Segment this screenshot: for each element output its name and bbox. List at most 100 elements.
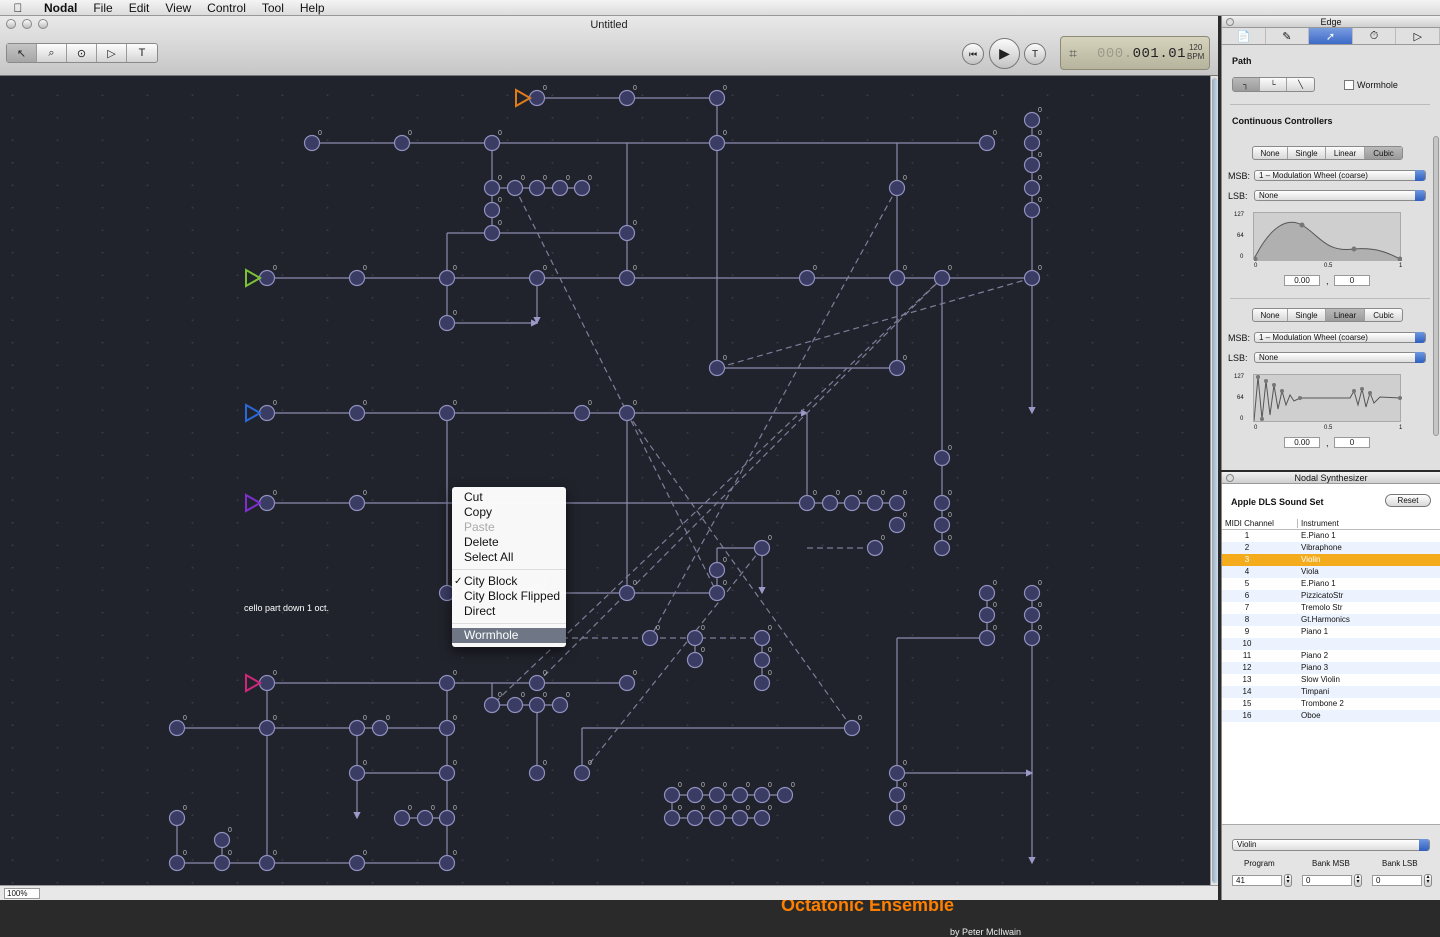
graph-node[interactable] (168, 719, 186, 737)
graph-node[interactable] (1023, 606, 1041, 624)
node-canvas[interactable]: 0 0 0 0 0 0 0 0 0 0 0 0 0 0 0 0 0 0 0 0 0 0 0 0 0 0 0 0 0 0 0 0 0 0 0 0 0 0 0 0… (0, 76, 1210, 937)
graph-node[interactable] (528, 269, 546, 287)
graph-node[interactable] (753, 809, 771, 827)
graph-node[interactable] (708, 359, 726, 377)
graph-node[interactable] (708, 89, 726, 107)
menu-item-copy[interactable]: Copy (452, 505, 566, 520)
bank-lsb-field[interactable]: 0 (1372, 875, 1422, 886)
table-row[interactable]: 11 Piano 2 (1222, 650, 1440, 662)
table-row[interactable]: 13 Slow Violin (1222, 674, 1440, 686)
dashed-edge[interactable] (715, 277, 1033, 370)
graph-node[interactable] (618, 584, 636, 602)
cc1-start-field[interactable]: 0.00 (1284, 275, 1320, 286)
graph-node[interactable] (821, 494, 839, 512)
menu-item-wormhole[interactable]: Wormhole (452, 628, 566, 643)
graph-node[interactable] (708, 561, 726, 579)
dashed-edge[interactable] (626, 412, 853, 729)
edge-panel-scrollbar[interactable] (1433, 136, 1439, 436)
cc2-curve-graph[interactable] (1253, 374, 1402, 422)
table-row[interactable]: 6 PizzicatoStr (1222, 590, 1440, 602)
table-row[interactable]: 8 Gt.Harmonics (1222, 614, 1440, 626)
close-panel-button[interactable] (1226, 474, 1234, 482)
program-stepper[interactable]: ▴ ▾ (1284, 874, 1292, 887)
graph-node[interactable] (506, 179, 524, 197)
rewind-button[interactable]: ⏮ (962, 43, 984, 65)
apple-icon[interactable]:  (0, 1, 36, 15)
cc1-lsb-popup[interactable]: None (1254, 190, 1426, 201)
cc1-linear-button[interactable]: Linear (1326, 147, 1365, 159)
table-row[interactable]: 3 Violin (1222, 554, 1440, 566)
graph-node[interactable] (573, 764, 591, 782)
graph-node[interactable] (888, 494, 906, 512)
graph-node[interactable] (618, 89, 636, 107)
menu-tool[interactable]: Tool (254, 0, 292, 16)
table-row[interactable]: 1 E.Piano 1 (1222, 530, 1440, 542)
graph-node[interactable] (686, 651, 704, 669)
canvas-vertical-scrollbar[interactable] (1210, 76, 1218, 885)
graph-node[interactable] (663, 809, 681, 827)
cc1-cubic-button[interactable]: Cubic (1365, 147, 1402, 159)
graph-node[interactable] (933, 516, 951, 534)
dashed-edge[interactable] (581, 547, 763, 774)
composition-byline[interactable]: by Peter McIlwain (950, 927, 1021, 937)
table-row[interactable]: 15 Trombone 2 (1222, 698, 1440, 710)
graph-node[interactable] (573, 404, 591, 422)
tab-edge[interactable]: ➚ (1309, 28, 1353, 44)
graph-node[interactable] (686, 629, 704, 647)
graph-node[interactable] (708, 134, 726, 152)
graph-node[interactable] (348, 494, 366, 512)
graph-node[interactable] (753, 539, 771, 557)
reset-button[interactable]: Reset (1385, 494, 1431, 507)
start-node-icon[interactable] (245, 268, 263, 288)
graph-node[interactable] (258, 854, 276, 872)
graph-node[interactable] (843, 719, 861, 737)
graph-node[interactable] (551, 179, 569, 197)
graph-node[interactable] (978, 629, 996, 647)
cc1-single-button[interactable]: Single (1288, 147, 1326, 159)
graph-node[interactable] (1023, 201, 1041, 219)
graph-node[interactable] (438, 719, 456, 737)
graph-node[interactable] (888, 516, 906, 534)
table-row[interactable]: 14 Timpani (1222, 686, 1440, 698)
path-city-block-button[interactable]: ┐ (1233, 78, 1260, 91)
col-midi-channel[interactable]: MIDI Channel (1225, 519, 1274, 528)
graph-node[interactable] (888, 786, 906, 804)
table-row[interactable]: 5 E.Piano 1 (1222, 578, 1440, 590)
graph-node[interactable] (438, 314, 456, 332)
graph-node[interactable] (1023, 629, 1041, 647)
graph-node[interactable] (731, 786, 749, 804)
graph-node[interactable] (573, 179, 591, 197)
close-panel-button[interactable] (1226, 18, 1234, 26)
start-node-icon[interactable] (245, 493, 263, 513)
tab-timing[interactable]: ⏱ (1353, 28, 1397, 44)
graph-node[interactable] (843, 494, 861, 512)
tab-node[interactable]: ✎ (1266, 28, 1310, 44)
canvas-note[interactable]: cello part down 1 oct. (244, 603, 329, 613)
graph-node[interactable] (978, 606, 996, 624)
table-row[interactable]: 7 Tremolo Str (1222, 602, 1440, 614)
table-row[interactable]: 2 Vibraphone (1222, 542, 1440, 554)
graph-node[interactable] (303, 134, 321, 152)
graph-node[interactable] (506, 696, 524, 714)
table-row[interactable]: 4 Viola (1222, 566, 1440, 578)
tempo-button[interactable]: T (1024, 43, 1046, 65)
graph-node[interactable] (866, 539, 884, 557)
node-tool-button[interactable]: ⊙ (67, 44, 97, 62)
bank-msb-stepper[interactable]: ▴ ▾ (1354, 874, 1362, 887)
graph-node[interactable] (933, 449, 951, 467)
cc1-curve-graph[interactable] (1252, 212, 1403, 262)
graph-node[interactable] (933, 539, 951, 557)
start-node-icon[interactable] (245, 403, 263, 423)
cc2-lsb-popup[interactable]: None (1254, 352, 1426, 363)
pointer-tool-button[interactable]: ↖ (7, 44, 37, 62)
menu-item-city-block[interactable]: City Block (452, 574, 566, 589)
graph-node[interactable] (1023, 584, 1041, 602)
menu-edit[interactable]: Edit (121, 0, 158, 16)
graph-node[interactable] (168, 854, 186, 872)
table-row[interactable]: 9 Piano 1 (1222, 626, 1440, 638)
instrument-popup[interactable]: Violin (1232, 839, 1430, 851)
graph-node[interactable] (438, 404, 456, 422)
graph-node[interactable] (888, 809, 906, 827)
graph-node[interactable] (708, 584, 726, 602)
graph-node[interactable] (618, 674, 636, 692)
